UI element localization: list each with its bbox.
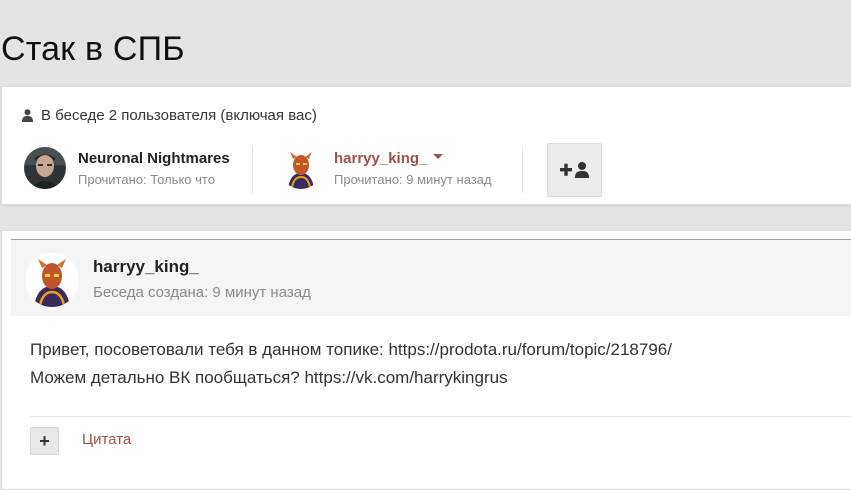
invite-participant-button[interactable] — [547, 143, 602, 197]
message-body: Привет, посоветовали тебя в данном топик… — [30, 336, 672, 392]
page-title: Стак в СПБ — [1, 30, 185, 68]
member-read-status: Прочитано: Только что — [78, 171, 215, 187]
conversation-created-time: Беседа создана: 9 минут назад — [93, 284, 311, 301]
avatar-hero-icon — [280, 147, 322, 189]
participants-header: В беседе 2 пользователя (включая вас) — [22, 107, 317, 124]
avatar-photo-icon — [24, 147, 66, 189]
avatar-hero-icon — [25, 253, 79, 307]
user-icon — [22, 109, 33, 122]
author-name[interactable]: harryy_king_ — [93, 257, 199, 277]
member-name-text[interactable]: harryy_king_ — [334, 150, 427, 167]
member-read-status: Прочитано: 9 минут назад — [334, 171, 492, 187]
quote-link[interactable]: Цитата — [82, 431, 131, 448]
divider — [522, 147, 523, 193]
author-avatar[interactable] — [25, 253, 79, 307]
avatar[interactable] — [280, 147, 322, 189]
member-name[interactable]: Neuronal Nightmares — [78, 150, 230, 168]
plus-user-icon — [559, 162, 589, 178]
member-name[interactable]: harryy_king_ — [334, 150, 492, 168]
avatar[interactable] — [24, 147, 66, 189]
message-header: harryy_king_ Беседа создана: 9 минут наз… — [11, 239, 851, 316]
message-line: Привет, посоветовали тебя в данном топик… — [30, 340, 672, 359]
participants-count-text: В беседе 2 пользователя (включая вас) — [41, 107, 317, 124]
divider — [252, 147, 253, 193]
add-reaction-button[interactable]: + — [30, 427, 59, 455]
participant-harryy-king[interactable]: harryy_king_ Прочитано: 9 минут назад — [280, 147, 492, 189]
message-line: Можем детально ВК пообщаться? https://vk… — [30, 368, 508, 387]
message-card: harryy_king_ Беседа создана: 9 минут наз… — [1, 230, 851, 490]
participants-panel: В беседе 2 пользователя (включая вас) Ne… — [1, 86, 851, 205]
divider — [30, 416, 851, 417]
participant-neuronal-nightmares[interactable]: Neuronal Nightmares Прочитано: Только чт… — [24, 147, 230, 189]
chevron-down-icon[interactable] — [433, 154, 444, 160]
